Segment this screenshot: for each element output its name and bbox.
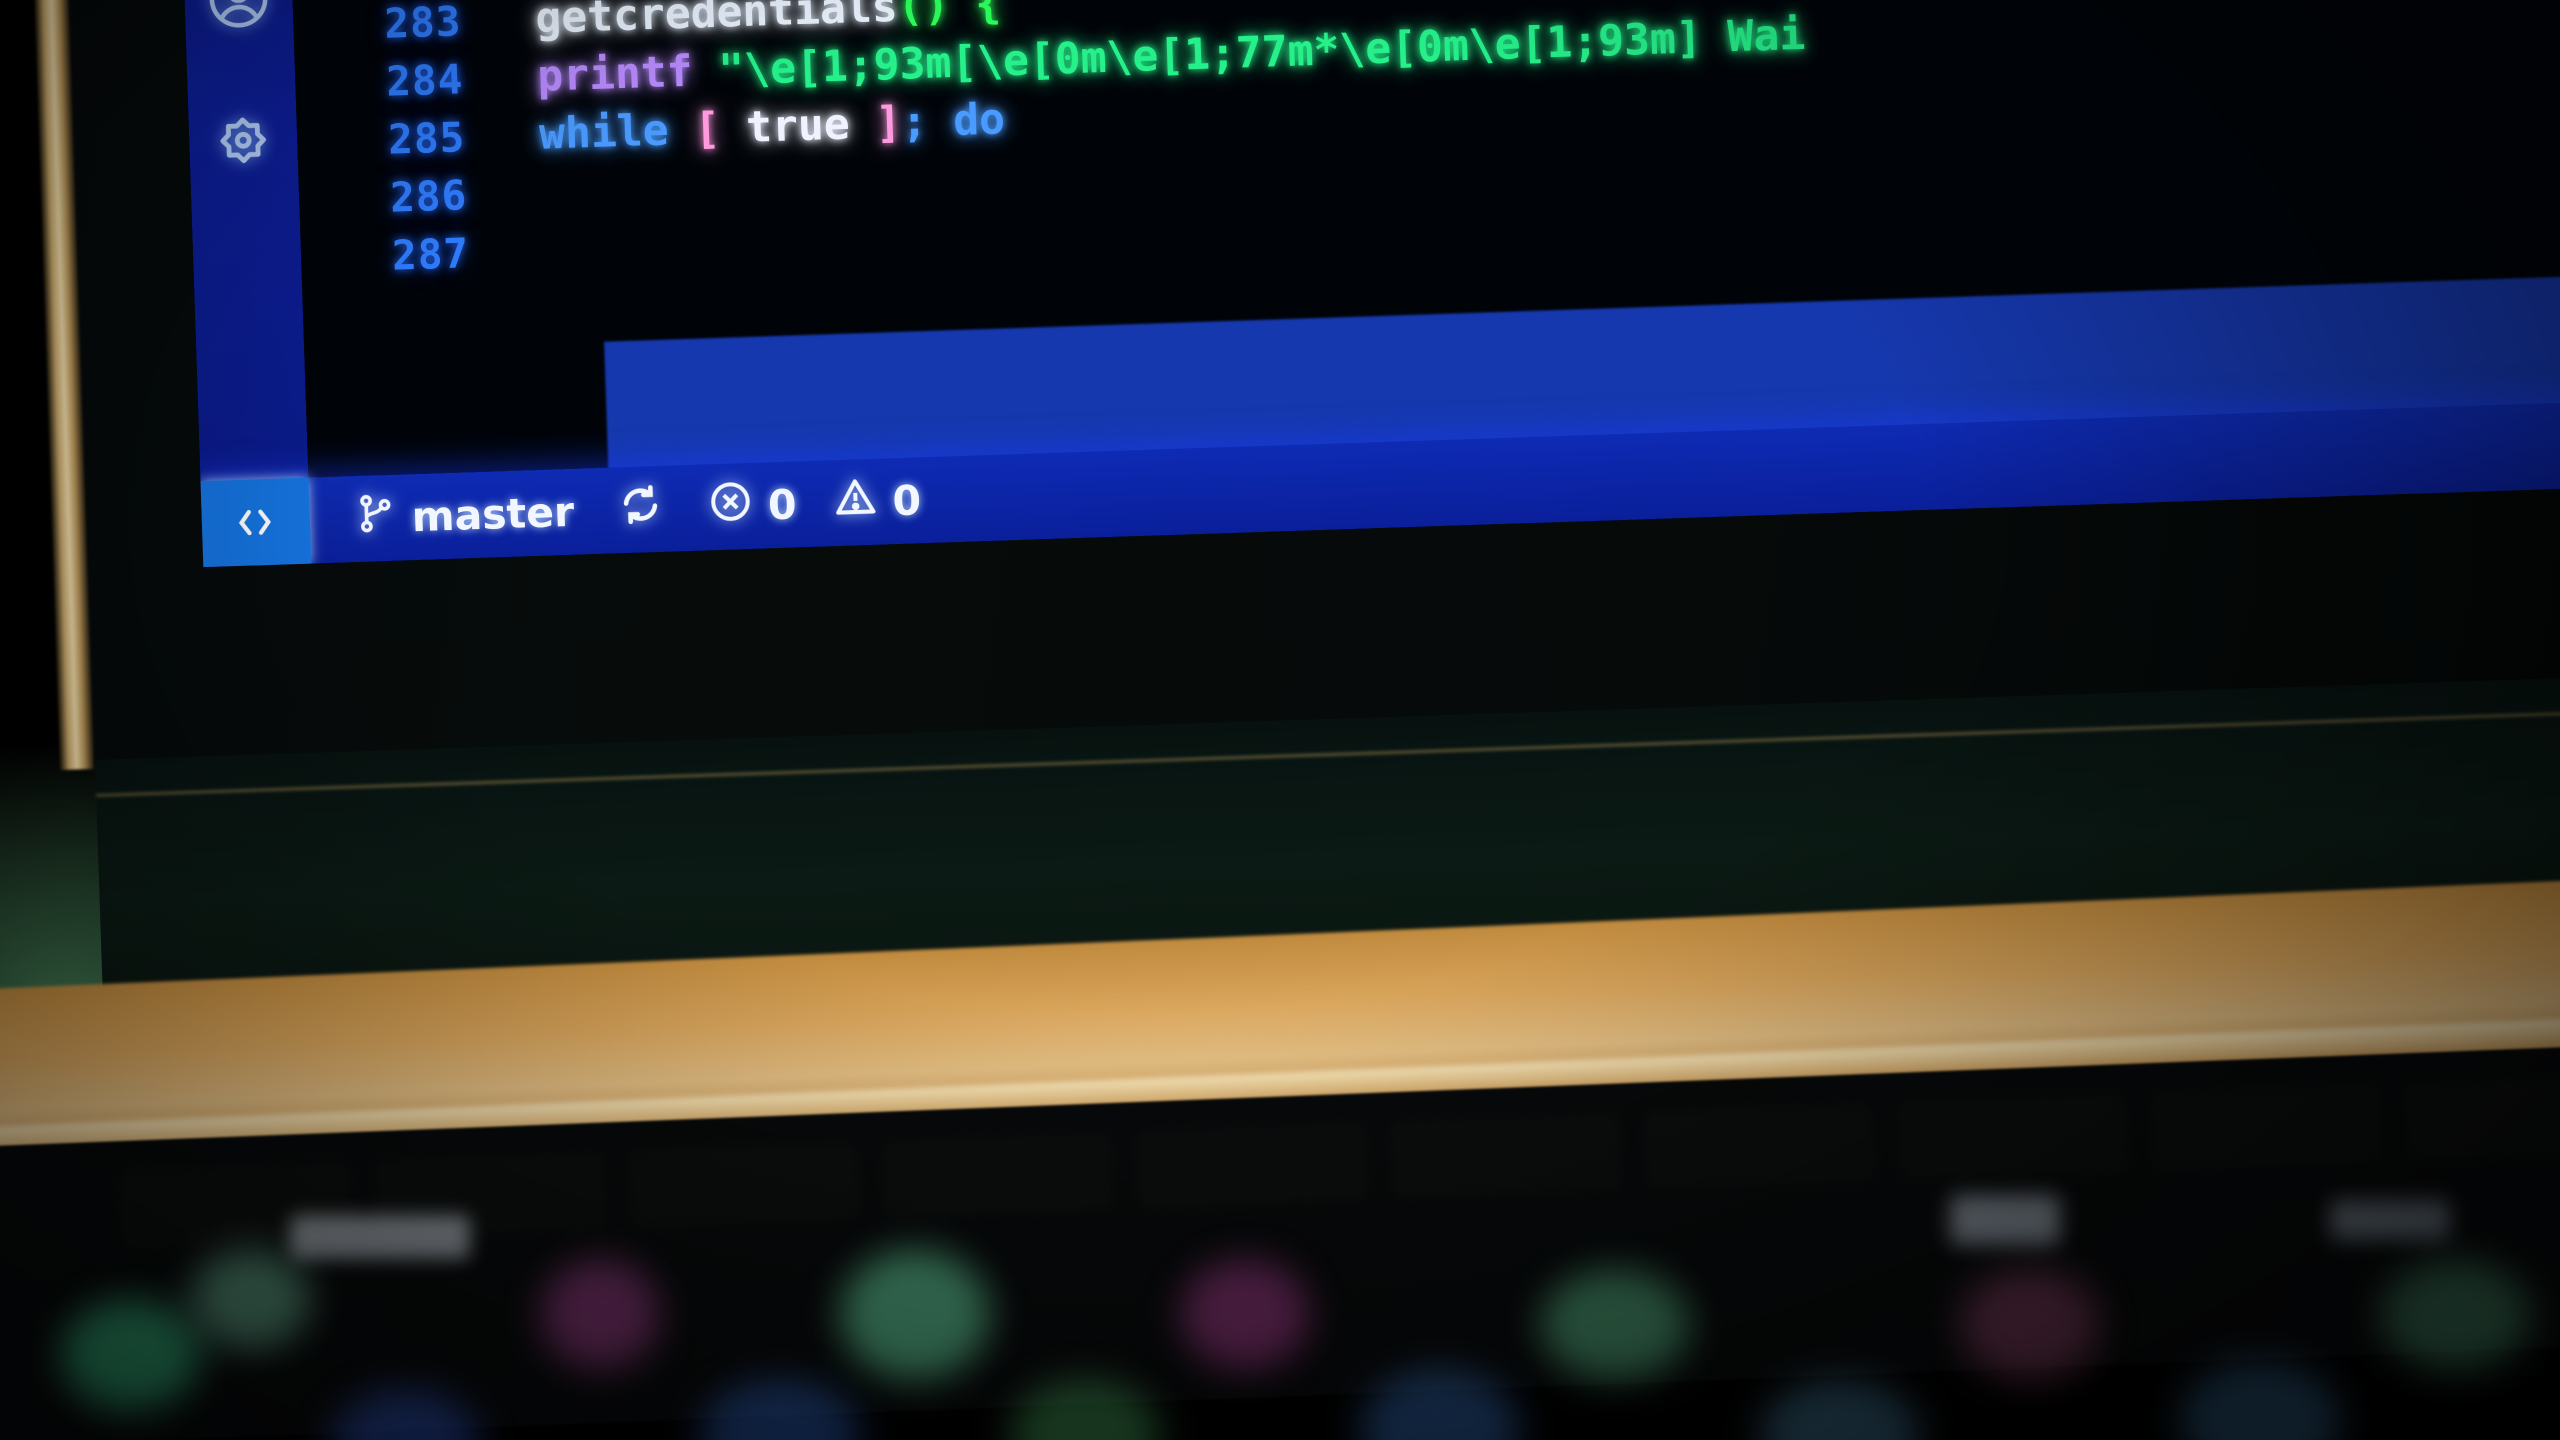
code-token: { (948, 0, 1002, 31)
laptop-lid: 278killall279 exit 1280281}282283getcred… (26, 0, 2560, 771)
settings-gear-icon[interactable] (203, 106, 284, 187)
status-sync-button[interactable] (617, 481, 665, 538)
key (1642, 1102, 1876, 1190)
code-token: () (896, 0, 951, 32)
account-icon[interactable] (198, 0, 279, 39)
line-number: 283 (383, 0, 463, 48)
key-backlight-glow (1960, 1270, 2100, 1380)
status-branch-label: master (411, 487, 575, 542)
key (1896, 1092, 2130, 1180)
line-number: 286 (389, 171, 468, 222)
warning-triangle-icon (832, 474, 880, 531)
keycap-specular (1950, 1195, 2060, 1245)
key-backlight-glow (2380, 1260, 2530, 1370)
code-token: ; (900, 96, 955, 148)
status-branch[interactable]: master (353, 485, 575, 546)
key (1389, 1112, 1622, 1200)
code-token: true (719, 98, 877, 154)
sync-refresh-icon (617, 481, 665, 538)
key-backlight-glow (60, 1300, 200, 1410)
key (2404, 1073, 2560, 1161)
keycap-specular (2330, 1200, 2450, 1240)
key (627, 1141, 861, 1229)
line-number: 287 (391, 229, 470, 280)
line-number: 285 (387, 113, 467, 164)
key (2150, 1083, 2384, 1170)
error-count: 0 (767, 480, 798, 530)
photo-scene: 278killall279 exit 1280281}282283getcred… (0, 0, 2560, 1440)
code-token: while (538, 105, 670, 160)
error-circle-icon (707, 478, 755, 535)
code-token: printf (536, 46, 694, 102)
key-backlight-glow (1540, 1270, 1690, 1380)
code-token: do (952, 94, 1006, 147)
code-token: [ (667, 103, 722, 156)
source-control-branch-icon (353, 491, 399, 546)
keycap-specular (290, 1215, 470, 1259)
code-token: ] (874, 97, 903, 149)
key-backlight-glow (840, 1250, 990, 1380)
key-backlight-glow (540, 1260, 660, 1370)
key (881, 1131, 1115, 1219)
remote-window-icon[interactable] (200, 477, 312, 568)
status-problems[interactable]: 0 0 (707, 472, 922, 535)
key (1135, 1122, 1369, 1209)
key-backlight-glow (190, 1250, 310, 1350)
warning-count: 0 (891, 476, 922, 526)
key-backlight-glow (1180, 1260, 1310, 1370)
screen-panel: 278killall279 exit 1280281}282283getcred… (176, 0, 2560, 568)
line-number: 284 (385, 55, 465, 106)
